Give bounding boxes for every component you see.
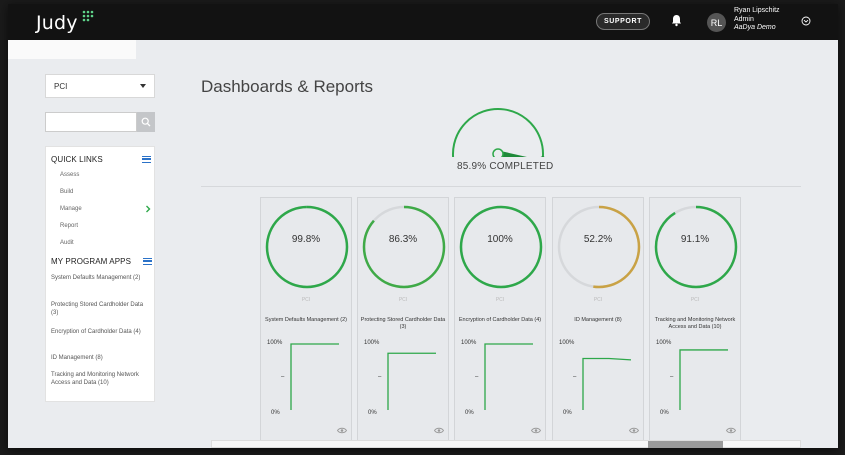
y-axis-top-label: 100% [461, 340, 477, 346]
quick-link-report[interactable]: Report [60, 223, 78, 229]
eye-icon[interactable] [337, 427, 347, 434]
user-name: Ryan Lipschitz [734, 7, 780, 14]
program-card[interactable]: 86.3% PCI Protecting Stored Cardholder D… [357, 197, 449, 442]
y-axis-bottom-label: 0% [271, 410, 280, 416]
completion-ring-arc [654, 205, 738, 289]
y-axis-top-label: 100% [656, 340, 672, 346]
avatar[interactable]: RL [707, 13, 726, 32]
completion-percent: 100% [487, 234, 513, 245]
trend-line [290, 343, 339, 410]
app-logo[interactable]: Judy [36, 12, 78, 34]
y-axis-mid-label: – [475, 374, 479, 380]
framework-label: PCI [301, 297, 311, 303]
program-card[interactable]: 91.1% PCI Tracking and Monitoring Networ… [649, 197, 741, 442]
notification-bell-icon[interactable] [671, 14, 682, 27]
y-axis-top-label: 100% [267, 340, 283, 346]
program-name[interactable]: Encryption of Cardholder Data (4) [457, 317, 543, 324]
y-axis-top-label: 100% [364, 340, 380, 346]
completion-percent: 86.3% [388, 234, 418, 245]
y-axis-bottom-label: 0% [368, 410, 377, 416]
completion-ring [362, 205, 446, 289]
y-axis-bottom-label: 0% [465, 410, 474, 416]
eye-icon[interactable] [531, 427, 541, 434]
program-name[interactable]: System Defaults Management (2) [263, 317, 349, 324]
sidebar-panel: QUICK LINKS Assess Build Manage Report A… [45, 146, 155, 402]
program-app-item[interactable]: ID Management (8) [51, 354, 151, 362]
trend-chart: 100% – 0% [267, 340, 339, 416]
program-apps-title: MY PROGRAM APPS [51, 257, 132, 266]
framework-select-value: PCI [54, 82, 68, 91]
completion-ring [265, 205, 349, 289]
trend-line [387, 352, 436, 410]
y-axis-mid-label: – [281, 374, 285, 380]
completion-ring [557, 205, 641, 289]
trend-line [582, 357, 632, 410]
trend-chart: 100% – 0% [364, 340, 436, 416]
y-axis-bottom-label: 0% [563, 410, 572, 416]
framework-label: PCI [593, 297, 603, 303]
program-apps-menu-icon[interactable] [143, 258, 152, 265]
completion-label: 85.9% COMPLETED [457, 161, 554, 172]
y-axis-bottom-label: 0% [660, 410, 669, 416]
support-button[interactable]: SUPPORT [596, 13, 650, 30]
framework-label: PCI [398, 297, 408, 303]
logo-dots-icon [82, 10, 94, 22]
y-axis-top-label: 100% [559, 340, 575, 346]
program-name[interactable]: Protecting Stored Cardholder Data (3) [360, 317, 446, 330]
program-card[interactable]: 99.8% PCI System Defaults Management (2)… [260, 197, 352, 442]
completion-percent: 91.1% [680, 234, 710, 245]
program-name[interactable]: Tracking and Monitoring Network Access a… [652, 317, 738, 330]
trend-line [679, 349, 728, 410]
program-app-item[interactable]: System Defaults Management (2) [51, 274, 151, 282]
quick-link-manage[interactable]: Manage [60, 206, 82, 212]
search-input[interactable] [45, 112, 137, 132]
completion-percent: 52.2% [583, 234, 613, 245]
page-title: Dashboards & Reports [201, 77, 373, 96]
chevron-down-icon[interactable] [801, 16, 811, 26]
eye-icon[interactable] [726, 427, 736, 434]
trend-chart: 100% – 0% [559, 340, 632, 416]
eye-icon[interactable] [434, 427, 444, 434]
divider [201, 186, 801, 187]
user-info[interactable]: Ryan Lipschitz Admin AaDya Demo [734, 7, 780, 33]
framework-select[interactable]: PCI [45, 74, 155, 98]
program-card[interactable]: 100% PCI Encryption of Cardholder Data (… [454, 197, 546, 442]
completion-ring [459, 205, 543, 289]
user-org: AaDya Demo [734, 24, 776, 31]
y-axis-mid-label: – [670, 374, 674, 380]
trend-line [484, 343, 533, 410]
framework-label: PCI [495, 297, 505, 303]
program-app-item[interactable]: Encryption of Cardholder Data (4) [51, 328, 151, 336]
app-window: Judy SUPPORT RL Ryan Lipschitz Admin AaD… [8, 4, 838, 448]
caret-down-icon [140, 84, 146, 88]
completion-ring [654, 205, 738, 289]
program-app-item[interactable]: Protecting Stored Cardholder Data (3) [51, 301, 151, 317]
user-role: Admin [734, 15, 754, 23]
search-button[interactable] [137, 112, 155, 132]
completion-percent: 99.8% [291, 234, 321, 245]
quick-links-title: QUICK LINKS [51, 155, 103, 164]
quick-link-audit[interactable]: Audit [60, 240, 74, 246]
search-icon [141, 117, 151, 127]
logo-strip [8, 40, 136, 59]
trend-chart: 100% – 0% [656, 340, 728, 416]
program-card[interactable]: 52.2% PCI ID Management (8) 100% – 0% [552, 197, 644, 442]
trend-chart: 100% – 0% [461, 340, 533, 416]
completion-ring-arc [265, 205, 349, 289]
y-axis-mid-label: – [573, 374, 577, 380]
scrollbar-thumb[interactable] [648, 441, 723, 448]
top-bar: Judy SUPPORT RL Ryan Lipschitz Admin AaD… [8, 4, 838, 40]
framework-label: PCI [690, 297, 700, 303]
overall-completion-gauge [452, 108, 545, 157]
program-app-item[interactable]: Tracking and Monitoring Network Access a… [51, 371, 151, 387]
eye-icon[interactable] [629, 427, 639, 434]
program-name[interactable]: ID Management (8) [555, 317, 641, 324]
quick-link-build[interactable]: Build [60, 189, 73, 195]
completion-ring-arc [459, 205, 543, 289]
quick-link-assess[interactable]: Assess [60, 172, 79, 178]
chevron-right-icon[interactable] [145, 205, 151, 213]
y-axis-mid-label: – [378, 374, 382, 380]
quick-links-menu-icon[interactable] [142, 156, 151, 163]
